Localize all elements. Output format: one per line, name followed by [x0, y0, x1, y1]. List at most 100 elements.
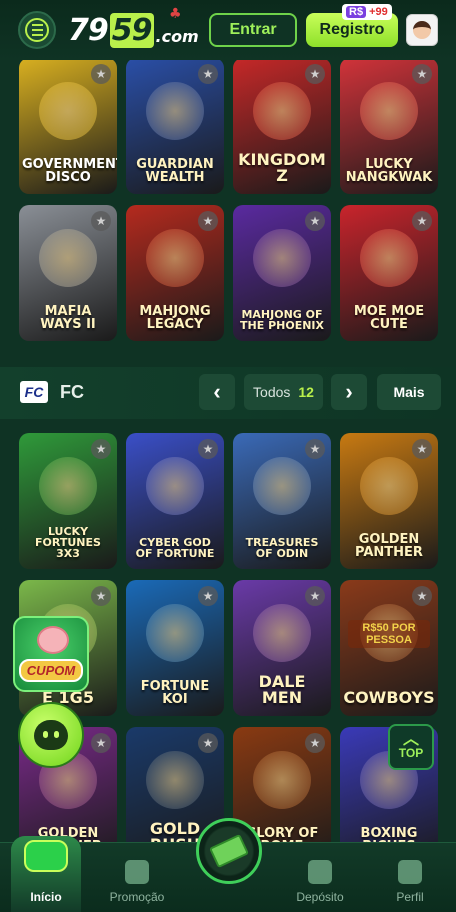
gift-icon	[125, 860, 149, 884]
favorite-star-icon[interactable]: ★	[91, 64, 111, 84]
favorite-star-icon[interactable]: ★	[412, 211, 432, 231]
game-artwork	[253, 604, 311, 662]
todos-label: Todos	[253, 384, 291, 400]
game-title: CYBER GOD OF FORTUNE	[135, 536, 215, 560]
promo-banner: R$50 POR PESSOA	[348, 620, 430, 648]
nav-item-perfil[interactable]: Perfil	[370, 854, 450, 910]
game-artwork	[360, 229, 418, 287]
provider-logo: FC	[20, 381, 48, 403]
prev-button[interactable]: ‹	[199, 374, 235, 410]
section-title: FC	[60, 382, 84, 402]
favorite-star-icon[interactable]: ★	[198, 733, 218, 753]
coupon-label: CUPOM	[18, 659, 84, 682]
game-title: GUARDIAN WEALTH	[136, 157, 214, 185]
top-header: 79 59 .com ♣ Entrar R$ +99 Registro	[0, 0, 456, 60]
favorite-star-icon[interactable]: ★	[412, 586, 432, 606]
game-card[interactable]: GOVERNMENT DISCO ★	[19, 58, 117, 194]
todos-count: 12	[298, 384, 314, 400]
coupon-widget[interactable]: CUPOM	[13, 616, 89, 692]
game-artwork	[253, 229, 311, 287]
deposit-center-button[interactable]	[196, 818, 262, 884]
game-artwork	[253, 751, 311, 809]
favorite-star-icon[interactable]: ★	[305, 64, 325, 84]
game-artwork	[253, 457, 311, 515]
cash-icon	[208, 833, 250, 869]
favorite-star-icon[interactable]: ★	[305, 211, 325, 231]
site-logo[interactable]: 79 59 .com ♣	[68, 6, 199, 48]
game-title: MOE MOE CUTE	[353, 304, 425, 332]
login-button[interactable]: Entrar	[209, 13, 297, 47]
game-card[interactable]: TREASURES OF ODIN ★	[233, 433, 331, 569]
game-artwork	[253, 82, 311, 140]
game-artwork	[360, 457, 418, 515]
game-card[interactable]: FORTUNE KOI ★	[126, 580, 224, 716]
game-artwork	[146, 751, 204, 809]
more-button[interactable]: Mais	[377, 374, 441, 410]
game-title: MAHJONG OF THE PHOENIX	[240, 308, 324, 332]
game-title: TREASURES OF ODIN	[245, 536, 319, 560]
badge-currency: R$	[346, 6, 367, 18]
game-card[interactable]: LUCKY FORTUNES 3X3 ★	[19, 433, 117, 569]
piggy-icon	[37, 626, 69, 654]
game-artwork	[146, 604, 204, 662]
game-card[interactable]: LUCKY NANGKWAK ★	[340, 58, 438, 194]
game-card[interactable]: MAHJONG OF THE PHOENIX ★	[233, 205, 331, 341]
game-card[interactable]: COWBOYS ★ R$50 POR PESSOA	[340, 580, 438, 716]
game-artwork	[360, 82, 418, 140]
game-card[interactable]: MOE MOE CUTE ★	[340, 205, 438, 341]
game-artwork	[146, 82, 204, 140]
game-artwork	[39, 82, 97, 140]
game-card[interactable]: GUARDIAN WEALTH ★	[126, 58, 224, 194]
nav-label: Perfil	[396, 890, 424, 904]
user-icon	[398, 860, 422, 884]
joker-mascot-icon: ♣	[169, 6, 182, 22]
favorite-star-icon[interactable]: ★	[91, 733, 111, 753]
game-card[interactable]: MAHJONG LEGACY ★	[126, 205, 224, 341]
game-card[interactable]: CYBER GOD OF FORTUNE ★	[126, 433, 224, 569]
nav-item-deposito[interactable]: Depósito	[280, 854, 360, 910]
nav-label: Promoção	[109, 890, 165, 904]
favorite-star-icon[interactable]: ★	[412, 439, 432, 459]
favorite-star-icon[interactable]: ★	[91, 586, 111, 606]
game-title: LUCKY FORTUNES 3X3	[35, 525, 101, 560]
favorite-star-icon[interactable]: ★	[305, 733, 325, 753]
favorite-star-icon[interactable]: ★	[198, 586, 218, 606]
avatar-icon	[413, 21, 431, 39]
game-card[interactable]: MAFIA WAYS II ★	[19, 205, 117, 341]
game-card[interactable]: DALE MEN ★	[233, 580, 331, 716]
favorite-star-icon[interactable]: ★	[198, 211, 218, 231]
chevron-up-icon: ︿	[402, 731, 419, 748]
register-bonus-badge: R$ +99	[342, 4, 392, 20]
todos-counter[interactable]: Todos 12	[244, 374, 323, 410]
favorite-star-icon[interactable]: ★	[198, 439, 218, 459]
favorite-star-icon[interactable]: ★	[412, 64, 432, 84]
menu-icon	[25, 18, 49, 42]
favorite-star-icon[interactable]: ★	[91, 439, 111, 459]
game-title: MAHJONG LEGACY	[139, 304, 211, 332]
game-title: COWBOYS	[343, 688, 435, 707]
game-card[interactable]: KINGDOM Z ★	[233, 58, 331, 194]
money-bag-icon	[308, 860, 332, 884]
favorite-star-icon[interactable]: ★	[198, 64, 218, 84]
game-artwork	[146, 229, 204, 287]
scroll-top-button[interactable]: ︿ TOP	[388, 724, 434, 770]
top-label: TOP	[398, 746, 424, 760]
nav-label: Início	[30, 890, 62, 904]
game-artwork	[39, 457, 97, 515]
next-button[interactable]: ›	[331, 374, 367, 410]
favorite-star-icon[interactable]: ★	[305, 439, 325, 459]
game-card[interactable]: GOLDEN PANTHER ★	[340, 433, 438, 569]
game-title: FORTUNE KOI	[140, 679, 210, 707]
support-button[interactable]	[18, 702, 84, 768]
menu-button[interactable]	[18, 11, 56, 49]
game-title: GOLDEN PANTHER	[355, 532, 423, 560]
avatar-button[interactable]	[406, 14, 438, 46]
gamepad-icon	[24, 840, 68, 872]
logo-number-a: 79	[68, 13, 109, 48]
game-title: GOVERNMENT DISCO	[22, 157, 117, 185]
headset-icon	[34, 720, 68, 750]
favorite-star-icon[interactable]: ★	[305, 586, 325, 606]
nav-item-promocao[interactable]: Promoção	[97, 854, 177, 910]
favorite-star-icon[interactable]: ★	[91, 211, 111, 231]
logo-number-b: 59	[109, 13, 154, 48]
